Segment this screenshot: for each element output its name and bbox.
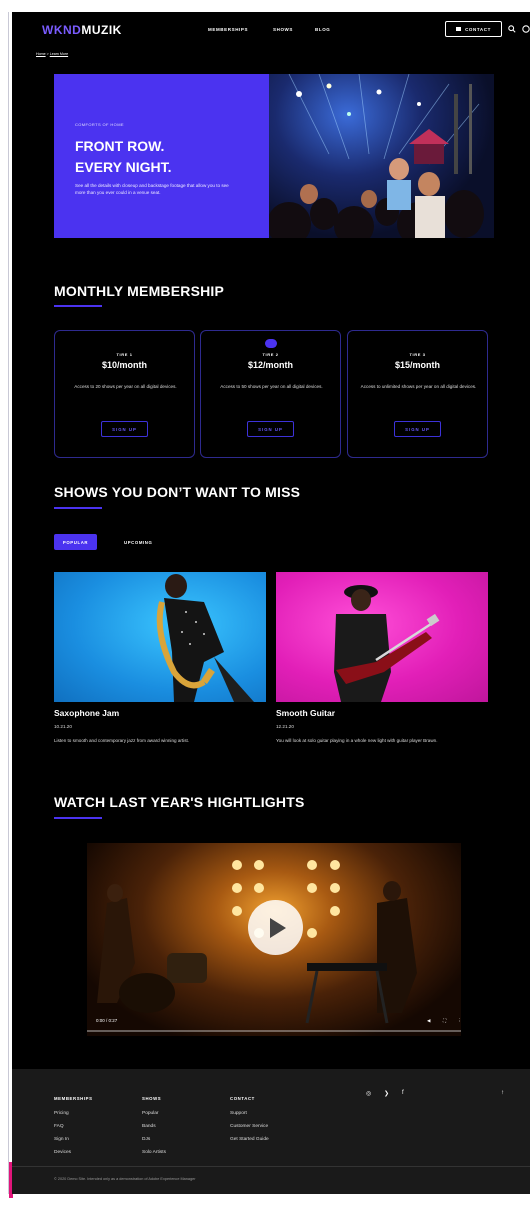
hero-panel: COMFORTS OF HOME FRONT ROW. EVERY NIGHT.… <box>54 74 269 238</box>
show-title-guitar[interactable]: Smooth Guitar <box>276 708 335 718</box>
volume-icon[interactable]: ◀ <box>427 1018 430 1024</box>
play-button[interactable] <box>248 900 303 955</box>
sign-up-button[interactable]: SIGN UP <box>101 421 148 437</box>
twitter-icon[interactable]: ❯ <box>384 1090 389 1097</box>
show-image-saxophone[interactable] <box>54 572 266 702</box>
site-logo[interactable]: WKNDMUZIK <box>42 23 122 37</box>
tier-name: TIRE 2 <box>262 352 279 357</box>
footer-copyright: © 2020 Demo Site. Intended only as a dem… <box>54 1177 196 1181</box>
membership-card-tier-2: TIRE 2 $12/month Access to 50 shows per … <box>200 330 341 458</box>
membership-card-tier-1: TIRE 1 $10/month Access to 20 shows per … <box>54 330 195 458</box>
tier-description: Access to 20 shows per year on all digit… <box>74 384 177 389</box>
show-title-saxophone[interactable]: Saxophone Jam <box>54 708 119 718</box>
hero-title-line-2: EVERY NIGHT. <box>75 159 172 175</box>
guitar-player-illustration <box>334 585 440 702</box>
tab-popular[interactable]: POPULAR <box>54 534 97 550</box>
hero-title-line-1: FRONT ROW. <box>75 138 165 154</box>
hero-image <box>269 74 494 238</box>
highlights-video[interactable]: ▶ 0:00 / 0:27 ◀ ⛶ ⋮ <box>87 843 461 1036</box>
show-description-saxophone: Listen to smooth and contemporary jazz f… <box>54 738 190 743</box>
membership-title-rule <box>54 305 102 307</box>
sign-up-button[interactable]: SIGN UP <box>394 421 441 437</box>
video-progress-bar[interactable] <box>87 1030 461 1032</box>
footer-memberships-heading: MEMBERSHIPS <box>54 1096 93 1101</box>
page-left-rule <box>8 12 9 1194</box>
site-footer: MEMBERSHIPS Pricing FAQ Sign In Devices … <box>12 1069 530 1194</box>
tier-price: $10/month <box>101 360 147 370</box>
shows-title-rule <box>54 507 102 509</box>
breadcrumb: Home > Learn More <box>36 52 68 56</box>
contact-button[interactable]: CONTACT <box>445 21 502 37</box>
concert-crowd-illustration <box>269 74 484 238</box>
site-header: WKNDMUZIK MEMBERSHIPS SHOWS BLOG CONTACT… <box>12 12 530 56</box>
sign-up-button[interactable]: SIGN UP <box>247 421 294 437</box>
hero-text: See all the details with closeup and bac… <box>75 183 229 195</box>
highlights-title-rule <box>54 817 102 819</box>
footer-link-devices[interactable]: Devices <box>54 1150 71 1155</box>
membership-title: MONTHLY MEMBERSHIP <box>54 283 225 299</box>
tab-upcoming[interactable]: UPCOMING <box>124 540 152 545</box>
shows-title: SHOWS YOU DON’T WANT TO MISS <box>54 484 301 500</box>
nav-memberships[interactable]: MEMBERSHIPS <box>208 27 248 32</box>
contact-label: CONTACT <box>465 26 491 32</box>
footer-shows-heading: SHOWS <box>142 1096 162 1101</box>
breadcrumb-home[interactable]: Home <box>36 52 46 56</box>
user-icon[interactable] <box>522 25 530 33</box>
page: WKNDMUZIK MEMBERSHIPS SHOWS BLOG CONTACT… <box>12 12 530 1194</box>
envelope-icon <box>456 27 462 31</box>
tier-description: Access to unlimited shows per year on al… <box>360 384 477 389</box>
footer-link-get-started-guide[interactable]: Get Started Guide <box>230 1137 269 1142</box>
video-time: 0:00 / 0:27 <box>96 1018 118 1023</box>
footer-link-faq[interactable]: FAQ <box>54 1124 64 1129</box>
tier-description: Access to 50 shows per year on all digit… <box>220 384 323 389</box>
highlights-title: WATCH LAST YEAR'S HIGHTLIGHTS <box>54 794 305 810</box>
hero-kicker: COMFORTS OF HOME <box>75 122 124 127</box>
footer-link-support[interactable]: Support <box>230 1111 247 1116</box>
tier-name: TIRE 1 <box>116 352 133 357</box>
breadcrumb-current[interactable]: Learn More <box>50 52 68 56</box>
footer-link-customer-service[interactable]: Customer Service <box>230 1124 268 1129</box>
footer-link-popular[interactable]: Popular <box>142 1111 159 1116</box>
search-icon[interactable] <box>508 25 516 33</box>
tier-price: $15/month <box>394 360 440 370</box>
footer-divider <box>12 1166 530 1167</box>
facebook-icon[interactable]: f <box>402 1090 404 1096</box>
membership-card-tier-3: TIRE 3 $15/month Access to unlimited sho… <box>347 330 488 458</box>
tier-price: $12/month <box>247 360 293 370</box>
footer-link-bands[interactable]: Bands <box>142 1124 156 1129</box>
hero-title: FRONT ROW. EVERY NIGHT. <box>75 136 255 178</box>
footer-contact-heading: CONTACT <box>230 1096 255 1101</box>
fullscreen-icon[interactable]: ⛶ <box>443 1018 446 1023</box>
more-options-icon[interactable]: ⋮ <box>457 1018 461 1024</box>
footer-link-pricing[interactable]: Pricing <box>54 1111 69 1116</box>
show-description-guitar: You will look at solo guitar playing in … <box>276 738 438 743</box>
play-icon <box>270 917 286 938</box>
logo-part-2: MUZIK <box>81 23 122 37</box>
nav-shows[interactable]: SHOWS <box>273 27 293 32</box>
footer-link-djs[interactable]: DJs <box>142 1137 150 1142</box>
logo-part-1: WKND <box>42 23 82 37</box>
nav-blog[interactable]: BLOG <box>315 27 330 32</box>
show-image-guitar[interactable] <box>276 572 488 702</box>
instagram-icon[interactable]: ◎ <box>366 1090 371 1097</box>
show-date-guitar: 12.21.20 <box>276 724 294 729</box>
footer-link-sign-in[interactable]: Sign In <box>54 1137 69 1142</box>
saxophone-player-illustration <box>156 574 254 702</box>
tier-name: TIRE 3 <box>409 352 426 357</box>
featured-badge-icon <box>265 339 277 348</box>
show-date-saxophone: 10.21.20 <box>54 724 72 729</box>
back-to-top-icon[interactable]: ↑ <box>501 1090 504 1096</box>
hero: COMFORTS OF HOME FRONT ROW. EVERY NIGHT.… <box>54 74 494 238</box>
footer-link-solo-artists[interactable]: Solo Artists <box>142 1150 166 1155</box>
